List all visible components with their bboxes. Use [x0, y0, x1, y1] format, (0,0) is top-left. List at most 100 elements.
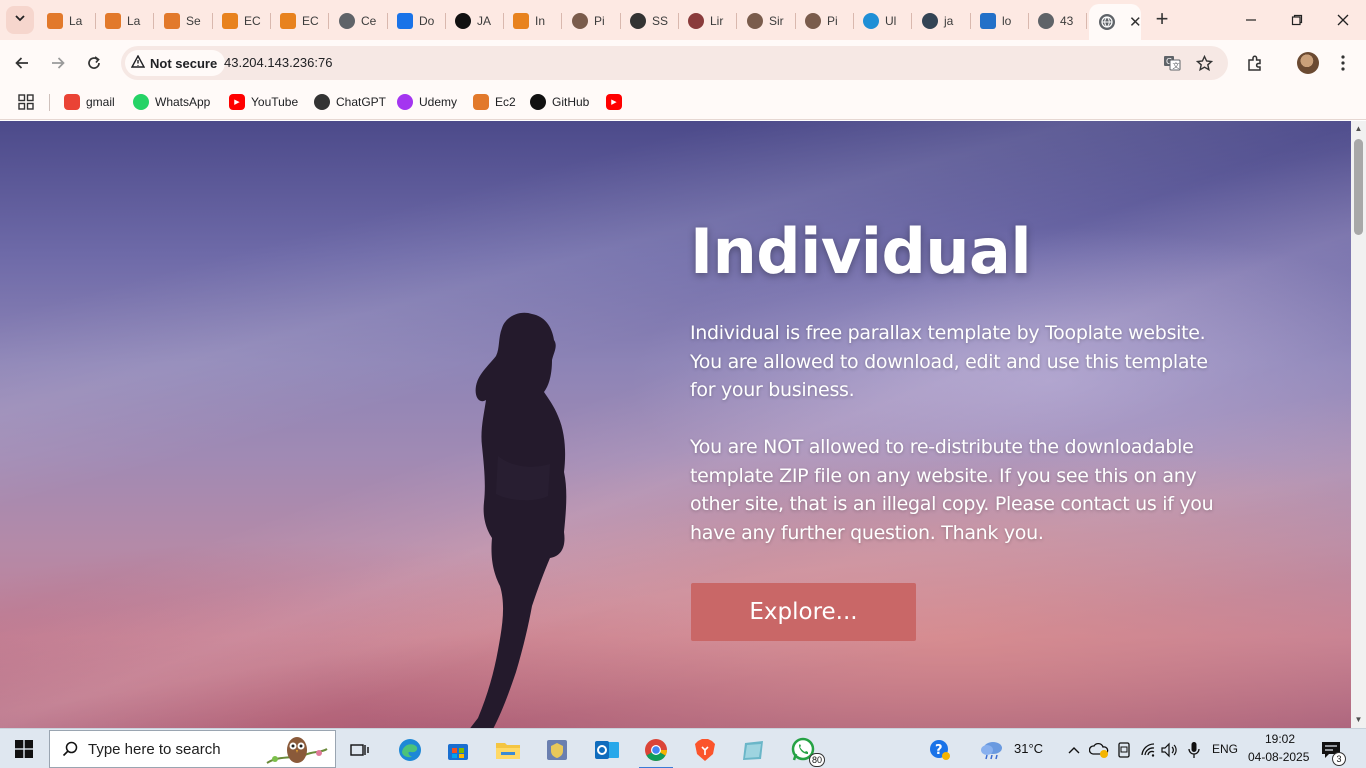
tab-item[interactable]: Ul: [854, 7, 912, 34]
kebab-menu-icon[interactable]: [1330, 50, 1356, 76]
security-label: Not secure: [150, 55, 218, 71]
wifi-icon[interactable]: [1136, 733, 1160, 767]
aws-lab-icon: [164, 12, 180, 29]
bookmark-item[interactable]: WhatsApp: [133, 92, 210, 112]
task-view-icon[interactable]: [340, 733, 380, 767]
clock-date[interactable]: 04-08-2025: [1248, 750, 1309, 764]
bookmark-item[interactable]: gmail: [64, 92, 115, 112]
scroll-down-arrow-icon[interactable]: ▼: [1354, 715, 1363, 724]
tab-active[interactable]: ✕: [1089, 4, 1141, 40]
aws-ec2-icon: [222, 12, 238, 29]
page-viewport: Individual Individual is free parallax t…: [0, 121, 1351, 728]
tab-strip: La La Se EC EC Ce Do JA In Pi SS Lir Sir Pi Ul ja lo 43 ✕…: [0, 0, 1366, 40]
tab-item[interactable]: Pi: [563, 7, 621, 34]
whatsapp-taskbar-icon[interactable]: 80: [783, 733, 825, 767]
tab-item[interactable]: La: [96, 7, 154, 34]
bookmark-label: ChatGPT: [336, 95, 387, 109]
translate-icon[interactable]: G文: [1162, 53, 1182, 73]
tab-separator: [736, 13, 737, 29]
tab-item[interactable]: Do: [388, 7, 446, 34]
tab-item[interactable]: lo: [971, 7, 1029, 34]
weather-temperature[interactable]: 31°C: [1014, 741, 1043, 756]
tab-item[interactable]: ja: [913, 7, 971, 34]
forward-button[interactable]: [43, 48, 73, 78]
bookmark-label: GitHub: [552, 95, 590, 109]
outlook-icon[interactable]: [587, 733, 627, 767]
avatar-icon: [688, 12, 704, 29]
tab-item[interactable]: JA: [446, 7, 504, 34]
tab-label: EC: [302, 13, 319, 28]
edge-browser-icon[interactable]: [390, 733, 430, 767]
bookmark-item[interactable]: Udemy: [397, 92, 457, 112]
security-app-icon[interactable]: [537, 733, 577, 767]
explore-button[interactable]: Explore...: [691, 583, 916, 641]
scroll-up-arrow-icon[interactable]: ▲: [1354, 124, 1363, 133]
microsoft-store-icon[interactable]: [438, 733, 478, 767]
tab-search-button[interactable]: [6, 6, 34, 34]
tab-label: Ul: [885, 13, 897, 28]
tab-label: Ce: [361, 13, 377, 28]
aws-ec2-icon: [280, 12, 296, 29]
reload-button[interactable]: [79, 48, 109, 78]
bookmark-star-icon[interactable]: [1194, 53, 1214, 73]
scroll-thumb[interactable]: [1354, 139, 1363, 235]
docker-icon: [980, 12, 996, 29]
jenkins-icon: [922, 12, 938, 29]
show-hidden-icons-chevron-icon[interactable]: [1062, 733, 1086, 767]
tab-item[interactable]: In: [504, 7, 562, 34]
extensions-icon[interactable]: [1242, 50, 1268, 76]
close-window-button[interactable]: [1320, 6, 1366, 34]
warning-icon: [130, 54, 150, 71]
brave-icon[interactable]: [685, 733, 725, 767]
bookmark-item[interactable]: ▶ YouTube: [229, 92, 298, 112]
intro-paragraph: Individual is free parallax template by …: [690, 322, 1208, 402]
search-icon: [62, 741, 78, 757]
device-icon[interactable]: [1112, 733, 1136, 767]
minimize-button[interactable]: [1228, 6, 1274, 34]
tab-item[interactable]: Ce: [330, 7, 388, 34]
apps-grid-icon[interactable]: [18, 92, 34, 112]
tab-item[interactable]: Pi: [796, 7, 854, 34]
volume-icon[interactable]: [1158, 733, 1182, 767]
url-text[interactable]: 43.204.143.236:76: [224, 55, 332, 70]
gmail-icon: [64, 94, 80, 110]
notification-center-icon[interactable]: 3: [1316, 733, 1346, 767]
back-button[interactable]: [7, 48, 37, 78]
tab-item[interactable]: 43: [1029, 7, 1087, 34]
windows-start-button[interactable]: [0, 729, 48, 768]
avatar-icon: [805, 12, 821, 29]
new-tab-button[interactable]: +: [1150, 8, 1174, 32]
weather-icon[interactable]: [975, 733, 1009, 767]
tab-label: Se: [186, 13, 201, 28]
clock-time[interactable]: 19:02: [1265, 732, 1295, 746]
tab-separator: [153, 13, 154, 29]
bookmark-item[interactable]: GitHub: [530, 92, 589, 112]
address-bar[interactable]: Not secure 43.204.143.236:76 G文: [121, 46, 1228, 80]
tab-item[interactable]: Se: [155, 7, 213, 34]
bookmark-item[interactable]: Ec2: [473, 92, 516, 112]
microphone-icon[interactable]: [1182, 733, 1206, 767]
page-scrollbar[interactable]: ▲ ▼: [1351, 121, 1366, 728]
security-indicator[interactable]: Not secure: [125, 50, 226, 76]
svg-text:?: ?: [935, 743, 943, 758]
file-explorer-icon[interactable]: [488, 733, 528, 767]
help-icon[interactable]: ?: [925, 733, 955, 767]
windows-taskbar: Type here to search 80 ? 31°C ENG 19:02 …: [0, 728, 1366, 768]
onedrive-warning-icon[interactable]: [1087, 733, 1111, 767]
tab-item[interactable]: EC: [271, 7, 329, 34]
tab-item[interactable]: EC: [213, 7, 271, 34]
tab-item[interactable]: SS: [621, 7, 679, 34]
tab-item[interactable]: Lir: [679, 7, 737, 34]
profile-avatar[interactable]: [1295, 50, 1321, 76]
bookmark-item[interactable]: ▶: [606, 92, 628, 112]
tab-item[interactable]: La: [38, 7, 96, 34]
restore-button[interactable]: [1274, 6, 1320, 34]
bookmark-item[interactable]: ChatGPT: [314, 92, 386, 112]
taskbar-search-box[interactable]: Type here to search: [49, 730, 336, 768]
chrome-icon[interactable]: [636, 733, 676, 768]
notes-app-icon[interactable]: [734, 733, 774, 767]
bookmark-label: Ec2: [495, 95, 516, 109]
close-icon[interactable]: ✕: [1129, 13, 1141, 31]
tab-item[interactable]: Sir: [738, 7, 796, 34]
input-language[interactable]: ENG: [1212, 742, 1238, 756]
